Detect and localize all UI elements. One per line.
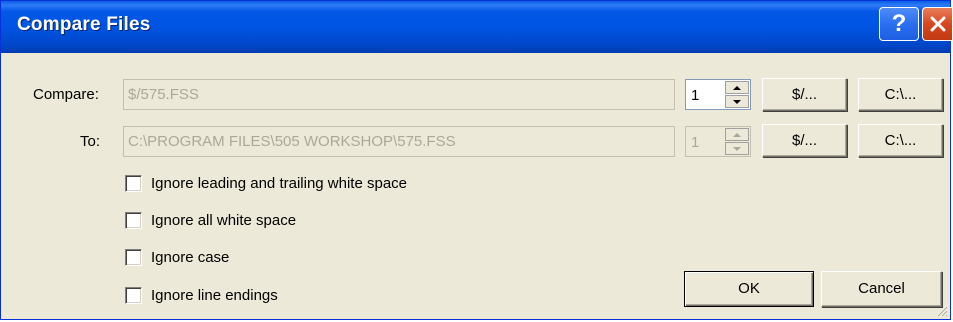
compare-path-field[interactable]: $/575.FSS — [123, 79, 675, 110]
to-path-field[interactable]: C:\PROGRAM FILES\505 WORKSHOP\575.FSS — [123, 126, 675, 157]
compare-browse-local-button[interactable]: C:\... — [858, 78, 943, 111]
window-title: Compare Files — [17, 14, 151, 35]
help-icon: ? — [891, 10, 907, 37]
checkbox[interactable] — [125, 174, 142, 192]
option-label: Ignore all white space — [151, 211, 297, 229]
arrow-up-icon — [733, 85, 741, 90]
compare-version-value: 1 — [691, 87, 700, 104]
option-label: Ignore line endings — [151, 286, 278, 304]
option-ignore-all-whitespace[interactable]: Ignore all white space — [125, 210, 296, 230]
compare-version-spinner[interactable]: 1 — [685, 79, 751, 110]
option-label: Ignore leading and trailing white space — [151, 174, 408, 192]
checkbox[interactable] — [125, 211, 142, 229]
close-button[interactable] — [922, 7, 952, 41]
arrow-down-icon — [733, 146, 741, 151]
option-ignore-line-endings[interactable]: Ignore line endings — [125, 285, 278, 305]
checkbox[interactable] — [125, 286, 142, 304]
to-browse-local-button[interactable]: C:\... — [858, 124, 943, 157]
compare-version-down-button[interactable] — [725, 95, 749, 108]
option-ignore-leading-trailing-whitespace[interactable]: Ignore leading and trailing white space — [125, 173, 407, 193]
to-label: To: — [80, 133, 101, 150]
to-version-value: 1 — [691, 134, 700, 151]
resize-grip-icon[interactable] — [934, 303, 948, 317]
to-browse-project-button[interactable]: $/... — [762, 124, 847, 157]
cancel-button[interactable]: Cancel — [821, 271, 942, 307]
compare-label: Compare: — [33, 86, 99, 103]
compare-files-dialog: Compare Files ? Compare: $/575.FSS 1 $/.… — [0, 0, 952, 320]
option-label: Ignore case — [151, 248, 230, 266]
ok-button[interactable]: OK — [684, 271, 814, 307]
compare-browse-project-button[interactable]: $/... — [762, 78, 847, 111]
to-version-spinner: 1 — [685, 126, 751, 157]
to-version-up-button — [725, 128, 749, 141]
close-icon — [930, 16, 945, 32]
option-ignore-case[interactable]: Ignore case — [125, 247, 229, 267]
arrow-down-icon — [733, 99, 741, 104]
compare-version-up-button[interactable] — [725, 81, 749, 94]
to-version-down-button — [725, 142, 749, 155]
help-button[interactable]: ? — [879, 7, 919, 41]
arrow-up-icon — [733, 132, 741, 137]
checkbox[interactable] — [125, 248, 142, 266]
title-bar[interactable]: Compare Files ? — [1, 1, 952, 53]
